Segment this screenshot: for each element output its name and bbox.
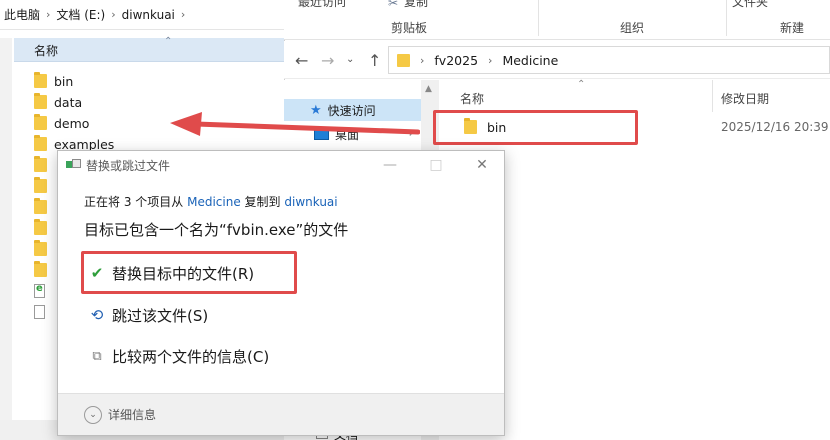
scissors-icon[interactable]: ✂ — [388, 0, 398, 10]
column-header-label: 名称 — [34, 44, 59, 58]
chevron-right-icon: › — [180, 8, 186, 21]
list-item[interactable] — [34, 176, 54, 196]
status-text: 正在将 3 个项目从 — [84, 195, 184, 209]
address-segment[interactable]: fv2025 — [434, 53, 478, 68]
chevron-right-icon: › — [420, 53, 425, 67]
item-name: demo — [54, 115, 90, 131]
breadcrumb-item[interactable]: 此电脑 — [4, 6, 40, 23]
more-details-toggle[interactable]: 详细信息 — [108, 406, 156, 423]
list-item[interactable]: data — [34, 92, 82, 112]
folder-icon — [34, 240, 47, 256]
ribbon-divider — [538, 0, 539, 36]
folder-icon — [34, 198, 47, 214]
group-new-label: 新建 — [780, 21, 805, 35]
list-item[interactable] — [34, 197, 54, 217]
list-item[interactable] — [34, 281, 52, 301]
address-box[interactable]: › fv2025 › Medicine — [388, 46, 830, 74]
source-link[interactable]: Medicine — [187, 195, 241, 209]
list-item[interactable] — [34, 155, 54, 175]
address-bar-area: ← → ⌄ ↑ › fv2025 › Medicine — [284, 41, 830, 79]
text-file-icon — [34, 305, 45, 319]
replace-or-skip-dialog: 替换或跳过文件 — □ ✕ 正在将 3 个项目从 Medicine 复制到 di… — [57, 150, 505, 436]
checkmark-icon: ✔ — [90, 264, 104, 282]
folder-icon — [397, 53, 410, 67]
chevron-down-icon[interactable]: ⌄ — [84, 405, 102, 424]
replace-files-option[interactable]: ✔ 替换目标中的文件(R) — [88, 260, 254, 286]
folder-icon — [34, 177, 47, 193]
group-organize-label: 组织 — [620, 21, 645, 35]
item-name: bin — [487, 119, 507, 135]
item-name: data — [54, 94, 83, 110]
chevron-down-icon[interactable]: ⌄ — [346, 54, 354, 65]
list-item[interactable]: bin 2025/12/16 20:39 — [440, 116, 830, 138]
minimize-button[interactable]: — — [380, 155, 400, 175]
chevron-right-icon: › — [488, 53, 493, 67]
list-item[interactable] — [34, 302, 52, 322]
left-breadcrumb[interactable]: 此电脑 › 文档 (E:) › diwnkuai › — [0, 0, 290, 30]
new-folder-label[interactable]: 文件夹 — [732, 0, 768, 10]
item-name: bin — [54, 73, 74, 89]
skip-arrow-icon: ⟲ — [90, 306, 104, 324]
copy-files-icon — [66, 159, 81, 171]
ribbon-divider — [726, 0, 727, 36]
column-header-modified[interactable]: 修改日期 — [721, 90, 769, 107]
sort-caret-icon: ⌃ — [577, 79, 586, 90]
dialog-footer: ⌄ 详细信息 — [58, 393, 504, 435]
recent-access-label[interactable]: 最近访问 — [298, 0, 346, 10]
option-label: 跳过该文件(S) — [112, 306, 209, 325]
back-arrow-icon[interactable]: ← — [295, 51, 308, 70]
group-clipboard-label: 剪贴板 — [391, 21, 428, 35]
script-file-icon — [34, 283, 45, 298]
status-text: 复制到 — [244, 195, 281, 209]
item-modified-date: 2025/12/16 20:39 — [721, 120, 829, 134]
folder-icon — [34, 72, 47, 88]
column-divider[interactable] — [712, 80, 713, 112]
folder-icon — [34, 135, 47, 151]
address-segment[interactable]: Medicine — [502, 53, 558, 68]
arrow-left-icon — [170, 112, 420, 136]
folder-icon — [34, 93, 47, 109]
dialog-heading: 目标已包含一个名为“fvbin.exe”的文件 — [84, 221, 349, 239]
list-item[interactable] — [34, 260, 54, 280]
option-label: 比较两个文件的信息(C) — [112, 347, 270, 366]
breadcrumb-item[interactable]: 文档 (E:) — [56, 6, 105, 23]
sort-caret-icon: ⌃ — [164, 36, 173, 47]
compare-files-option[interactable]: ⧉ 比较两个文件的信息(C) — [88, 343, 269, 369]
option-label: 替换目标中的文件(R) — [112, 264, 255, 283]
skip-files-option[interactable]: ⟲ 跳过该文件(S) — [88, 302, 209, 328]
list-item[interactable] — [34, 218, 54, 238]
chevron-right-icon: › — [46, 8, 51, 21]
copy-path-label[interactable]: 复制 — [404, 0, 428, 10]
chevron-right-icon: › — [111, 8, 116, 21]
folder-icon — [34, 114, 47, 130]
destination-link[interactable]: diwnkuai — [284, 195, 337, 209]
list-item[interactable]: demo — [34, 113, 89, 133]
forward-arrow-icon[interactable]: → — [321, 51, 334, 70]
breadcrumb-item[interactable]: diwnkuai — [122, 8, 175, 22]
column-header-name[interactable]: 名称 — [460, 90, 484, 107]
folder-icon — [34, 261, 47, 277]
dialog-title: 替换或跳过文件 — [86, 158, 171, 173]
compare-files-icon: ⧉ — [92, 348, 102, 364]
ribbon: 最近访问 ✂ 复制 剪贴板 组织 文件夹 新建 — [284, 0, 830, 40]
scroll-up-icon[interactable]: ▲ — [425, 84, 432, 94]
dialog-titlebar[interactable]: 替换或跳过文件 — □ ✕ — [58, 151, 504, 179]
list-item[interactable]: bin — [34, 71, 73, 91]
list-item[interactable] — [34, 239, 54, 259]
folder-icon — [464, 118, 477, 134]
copy-status-line: 正在将 3 个项目从 Medicine 复制到 diwnkuai — [84, 193, 338, 210]
folder-icon — [34, 219, 47, 235]
left-column-header-name[interactable]: ⌃ 名称 — [14, 36, 290, 62]
close-button[interactable]: ✕ — [472, 155, 492, 175]
up-arrow-icon[interactable]: ↑ — [368, 51, 381, 70]
right-column-headers: ⌃ 名称 修改日期 — [440, 79, 830, 112]
left-nav-pane — [0, 38, 12, 440]
maximize-button[interactable]: □ — [426, 155, 446, 175]
folder-icon — [34, 156, 47, 172]
